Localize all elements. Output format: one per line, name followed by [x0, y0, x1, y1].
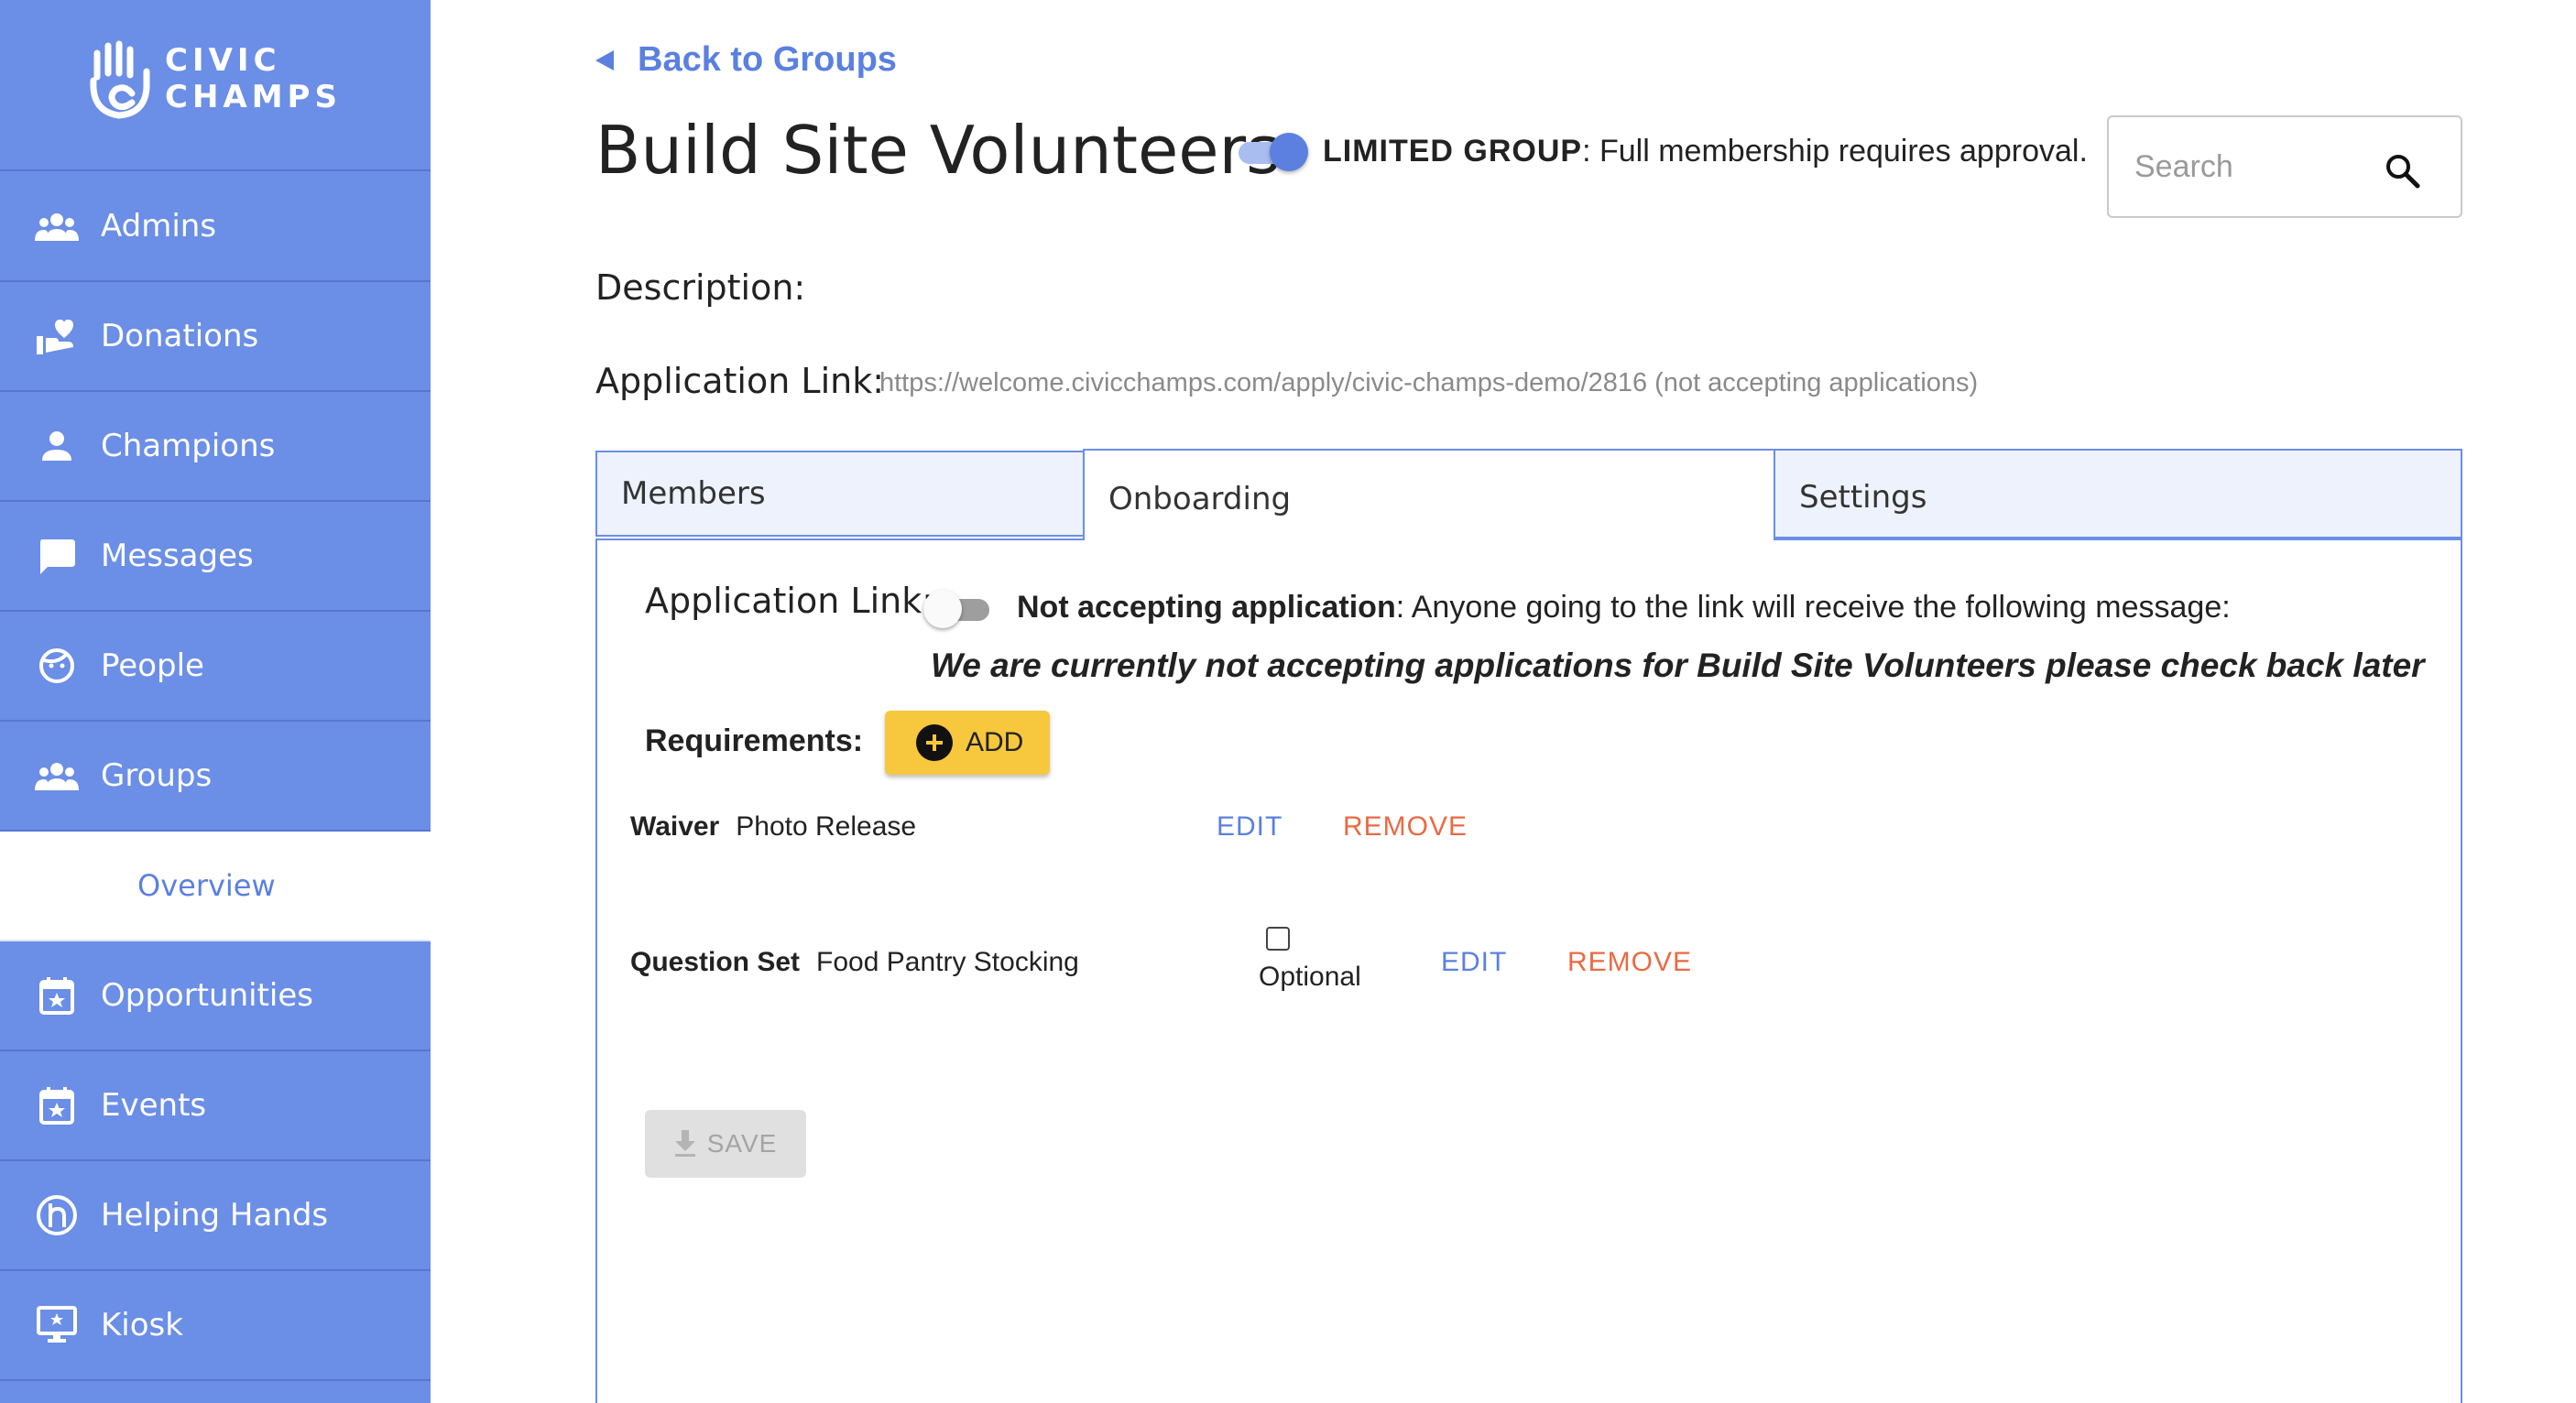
- calendar-star-icon: [35, 973, 79, 1017]
- requirement-row-waiver: Waiver Photo Release: [630, 811, 916, 843]
- sidebar-item-messages[interactable]: Messages: [0, 502, 431, 612]
- tab-onboarding[interactable]: Onboarding: [1083, 449, 1775, 540]
- edit-requirement-button[interactable]: EDIT: [1217, 811, 1283, 843]
- sidebar-item-events[interactable]: Events: [0, 1051, 431, 1161]
- add-requirement-button[interactable]: ADD: [885, 711, 1050, 775]
- sidebar-item-label: Kiosk: [101, 1307, 183, 1343]
- requirement-type: Question Set: [630, 947, 801, 977]
- remove-requirement-button[interactable]: REMOVE: [1343, 811, 1468, 843]
- application-status-label: Not accepting application: [1017, 590, 1396, 625]
- sidebar-item-label: Helping Hands: [101, 1197, 329, 1234]
- application-link-url[interactable]: https://welcome.civicchamps.com/apply/ci…: [879, 368, 1978, 398]
- back-to-groups-link[interactable]: Back to Groups: [595, 40, 897, 80]
- sidebar-item-label: Events: [101, 1087, 207, 1124]
- edit-requirement-button[interactable]: EDIT: [1441, 947, 1507, 978]
- remove-requirement-button[interactable]: REMOVE: [1567, 947, 1692, 978]
- tab-label: Settings: [1799, 479, 1927, 516]
- sidebar-item-kiosk[interactable]: Kiosk: [0, 1271, 431, 1381]
- limited-group-label: LIMITED GROUP: [1323, 134, 1583, 169]
- application-link-label: Application Link:: [595, 361, 885, 401]
- panel-divider: [1774, 538, 2462, 540]
- helping-hands-logo-icon: [35, 1193, 79, 1237]
- optional-checkbox[interactable]: [1266, 927, 1290, 951]
- calendar-star-icon: [35, 1083, 79, 1127]
- sidebar: CIVIC CHAMPS Admins Donations Champions …: [0, 0, 431, 1403]
- panel-divider: [595, 538, 1085, 540]
- tab-label: Members: [621, 475, 766, 512]
- requirements-label: Requirements:: [645, 723, 864, 758]
- requirement-name: Food Pantry Stocking: [816, 947, 1079, 977]
- optional-label: Optional: [1259, 962, 1361, 992]
- logo-text-line2: CHAMPS: [165, 79, 342, 115]
- search-box: [2107, 115, 2462, 218]
- sidebar-item-helping-hands[interactable]: Helping Hands: [0, 1161, 431, 1271]
- limited-group-text: : Full membership requires approval.: [1582, 134, 2088, 169]
- sidebar-item-label: Champions: [101, 428, 276, 464]
- monitor-star-icon: [35, 1303, 79, 1347]
- tab-label: Onboarding: [1108, 481, 1292, 517]
- sidebar-item-label: Opportunities: [101, 977, 313, 1014]
- requirement-name: Photo Release: [736, 811, 917, 842]
- civic-champs-logo[interactable]: CIVIC CHAMPS: [0, 0, 431, 171]
- back-arrow-icon: [595, 49, 614, 71]
- sidebar-item-donations[interactable]: Donations: [0, 282, 431, 392]
- sidebar-item-opportunities[interactable]: Opportunities: [0, 941, 431, 1051]
- sidebar-item-label: Donations: [101, 318, 259, 354]
- sidebar-item-champions[interactable]: Champions: [0, 392, 431, 502]
- search-icon[interactable]: [2384, 152, 2420, 189]
- group-icon: [35, 204, 79, 248]
- requirement-row-question-set: Question Set Food Pantry Stocking: [630, 947, 1079, 978]
- sidebar-item-label: Messages: [101, 538, 254, 574]
- sidebar-item-overview[interactable]: Overview: [0, 832, 431, 941]
- page-title: Build Site Volunteers: [595, 112, 1281, 189]
- tab-bar: Members Onboarding Settings: [595, 449, 2462, 540]
- plus-circle-icon: [916, 724, 953, 761]
- sidebar-item-admins[interactable]: Admins: [0, 172, 431, 282]
- sidebar-item-label: People: [101, 647, 204, 684]
- sidebar-item-label: Groups: [101, 757, 213, 794]
- logo-text-line1: CIVIC: [165, 42, 281, 79]
- back-link-label: Back to Groups: [638, 40, 897, 79]
- save-button[interactable]: SAVE: [645, 1110, 806, 1178]
- person-icon: [35, 424, 79, 468]
- download-icon: [674, 1130, 695, 1157]
- group-icon: [35, 754, 79, 798]
- chat-bubble-icon: [35, 534, 79, 578]
- accepting-applications-toggle[interactable]: [923, 588, 997, 628]
- onboarding-application-link-label: Application Link:: [645, 581, 934, 621]
- limited-group-toggle[interactable]: [1239, 133, 1308, 171]
- toggle-knob: [923, 590, 962, 628]
- donation-hand-heart-icon: [35, 314, 79, 358]
- toggle-knob: [1270, 133, 1308, 171]
- tab-members[interactable]: Members: [595, 451, 1085, 537]
- application-status-description: : Anyone going to the link will receive …: [1395, 590, 2231, 625]
- description-label: Description:: [595, 267, 806, 308]
- sidebar-item-people[interactable]: People: [0, 612, 431, 722]
- hand-logo-icon: [90, 40, 150, 119]
- limited-group-description: LIMITED GROUP: Full membership requires …: [1323, 134, 2088, 169]
- sidebar-item-label: Admins: [101, 208, 217, 245]
- requirement-type: Waiver: [630, 811, 720, 842]
- closed-application-message: We are currently not accepting applicati…: [931, 647, 2425, 684]
- search-input[interactable]: [2134, 148, 2400, 185]
- application-status-text: Not accepting application: Anyone going …: [1017, 590, 2231, 625]
- sidebar-item-groups[interactable]: Groups: [0, 722, 431, 832]
- save-button-label: SAVE: [706, 1129, 778, 1158]
- face-icon: [35, 644, 79, 688]
- sidebar-item-label: Overview: [137, 868, 276, 903]
- add-button-label: ADD: [966, 727, 1024, 757]
- tab-settings[interactable]: Settings: [1774, 449, 2462, 538]
